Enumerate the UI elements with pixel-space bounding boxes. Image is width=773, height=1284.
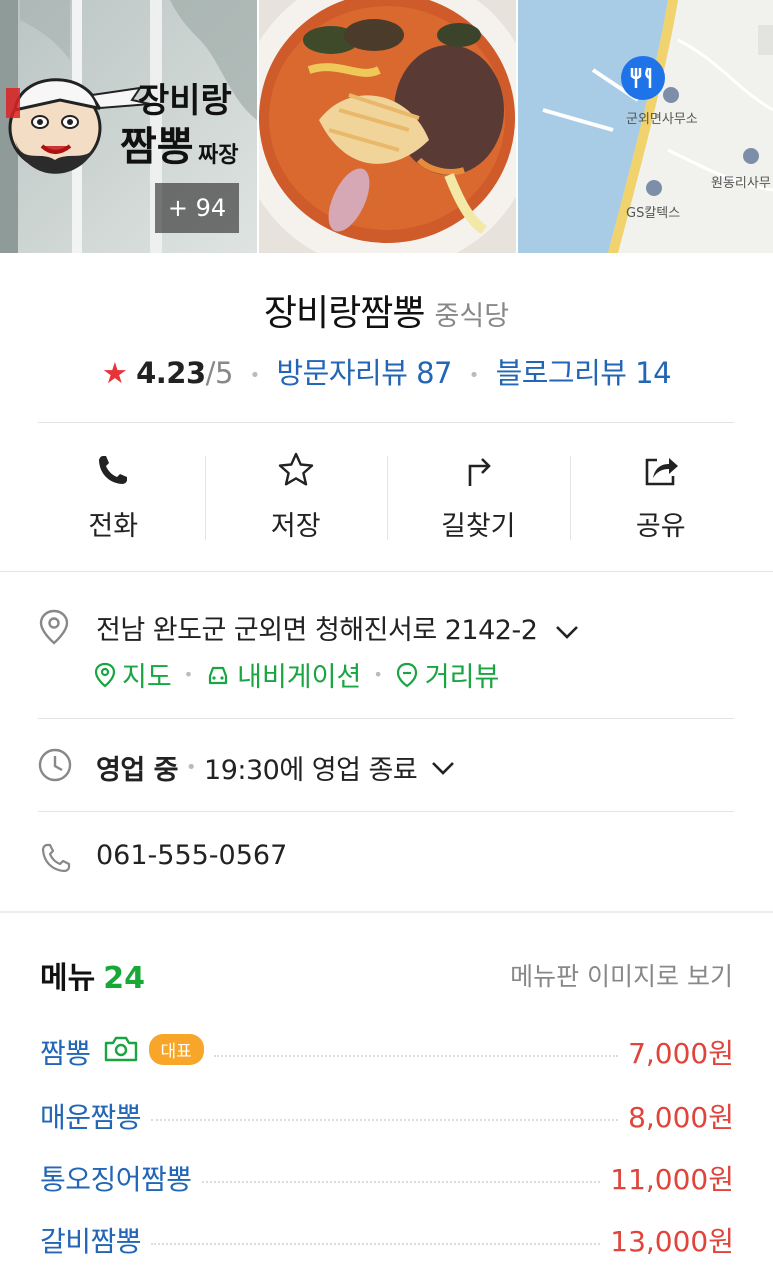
street-view-icon	[396, 662, 417, 687]
address-links: 지도 • 내비게이션 • 거리뷰	[94, 655, 499, 694]
place-name: 장비랑짬뽕	[263, 293, 426, 334]
rating-star-icon: ★	[101, 356, 128, 390]
jjamppong-dish-image	[259, 0, 516, 253]
address-row[interactable]: 전남 완도군 군외면 청해진서로 2142-2	[96, 608, 581, 647]
blog-reviews-link[interactable]: 블로그리뷰 14	[496, 356, 672, 390]
sign-text-2: 짬뽕	[120, 123, 194, 170]
map-link[interactable]: 지도	[94, 655, 172, 694]
visitor-reviews-link[interactable]: 방문자리뷰 87	[276, 356, 452, 390]
more-photos-badge[interactable]: + 94	[155, 183, 239, 233]
street-view-link[interactable]: 거리뷰	[395, 655, 499, 694]
sign-text-1: 장비랑	[138, 81, 232, 121]
dotted-leader	[201, 1181, 601, 1183]
view-menu-image-link[interactable]: 메뉴판 이미지로 보기	[510, 957, 733, 993]
section-divider	[0, 571, 773, 572]
separator-dot: •	[183, 665, 194, 684]
car-icon	[209, 666, 228, 684]
place-category: 중식당	[434, 301, 510, 332]
rating-row: ★ 4.23/5 • 방문자리뷰 87 • 블로그리뷰 14	[0, 350, 773, 392]
share-icon	[645, 458, 678, 486]
map-label-gas-station: GS칼텍스	[626, 206, 681, 221]
closing-time: 19:30에 영업 종료	[204, 755, 418, 786]
divider	[38, 811, 734, 812]
star-outline-icon	[278, 452, 313, 486]
share-button[interactable]: 공유	[569, 440, 753, 550]
food-photo[interactable]	[259, 0, 516, 253]
phone-icon	[99, 456, 128, 484]
menu-item-price: 13,000원	[610, 1225, 734, 1258]
divider	[38, 718, 734, 719]
phone-outline-icon	[41, 843, 71, 873]
separator-dot: •	[468, 364, 480, 386]
business-hours-row[interactable]: 영업 중 • 19:30에 영업 종료	[96, 748, 457, 787]
menu-item[interactable]: 매운짬뽕 8,000원	[40, 1094, 734, 1138]
dotted-leader	[151, 1119, 619, 1121]
menu-item[interactable]: 통오징어짬뽕 11,000원	[40, 1156, 734, 1200]
chevron-down-icon[interactable]	[553, 622, 581, 642]
navigation-link[interactable]: 내비게이션	[205, 655, 361, 694]
open-status: 영업 중	[96, 755, 178, 786]
location-pin-icon	[39, 609, 69, 645]
directions-label: 길찾기	[440, 511, 516, 542]
camera-icon	[104, 1036, 137, 1062]
menu-item-price: 8,000원	[628, 1101, 734, 1134]
call-button[interactable]: 전화	[22, 440, 205, 550]
call-label: 전화	[88, 511, 139, 542]
phone-number[interactable]: 061-555-0567	[96, 840, 287, 871]
share-label: 공유	[635, 511, 686, 542]
sign-text-3: 짜장	[198, 142, 238, 168]
directions-arrow-icon	[468, 458, 492, 486]
menu-item[interactable]: 짬뽕 대표 7,000원	[40, 1030, 734, 1074]
rating-score: 4.23	[136, 356, 206, 390]
menu-title: 메뉴	[40, 961, 96, 996]
map-thumbnail[interactable]: 군외면사무소 원동리사무 GS칼텍스	[518, 0, 773, 253]
divider	[38, 422, 734, 423]
menu-item[interactable]: 갈비짬뽕 13,000원	[40, 1218, 734, 1262]
storefront-photo[interactable]: 장비랑 짬뽕 짜장 + 94	[0, 0, 257, 253]
save-button[interactable]: 저장	[204, 440, 388, 550]
map-label-village: 원동리사무	[711, 176, 771, 191]
address-text: 전남 완도군 군외면 청해진서로 2142-2	[96, 615, 538, 646]
separator-dot: •	[185, 757, 197, 778]
menu-item-name: 매운짬뽕	[40, 1101, 142, 1134]
section-separator	[0, 911, 773, 913]
dotted-leader	[213, 1055, 619, 1057]
menu-item-name: 짬뽕	[40, 1037, 91, 1070]
separator-dot: •	[373, 665, 383, 684]
menu-count: 24	[103, 961, 145, 996]
directions-button[interactable]: 길찾기	[387, 440, 570, 550]
photo-strip[interactable]: 장비랑 짬뽕 짜장 + 94 군외면사무소 원동리사무 GS칼텍스	[0, 0, 773, 253]
rating-max: /5	[205, 356, 234, 390]
clock-icon	[38, 748, 72, 782]
menu-item-price: 7,000원	[628, 1037, 734, 1070]
separator-dot: •	[249, 364, 261, 386]
chevron-down-icon[interactable]	[429, 758, 457, 778]
map-label-office: 군외면사무소	[626, 112, 698, 127]
dotted-leader	[151, 1243, 601, 1245]
menu-item-name: 갈비짬뽕	[40, 1225, 142, 1258]
map-pin-icon	[621, 56, 665, 100]
signature-badge: 대표	[148, 1033, 204, 1065]
menu-item-name: 통오징어짬뽕	[40, 1163, 192, 1196]
map-pin-small-icon	[94, 662, 116, 687]
menu-heading: 메뉴 24	[40, 953, 145, 997]
menu-item-price: 11,000원	[610, 1163, 734, 1196]
action-bar: 전화 저장 길찾기 공유	[22, 440, 752, 550]
place-title-row: 장비랑짬뽕 중식당	[0, 284, 773, 336]
save-label: 저장	[270, 511, 321, 542]
